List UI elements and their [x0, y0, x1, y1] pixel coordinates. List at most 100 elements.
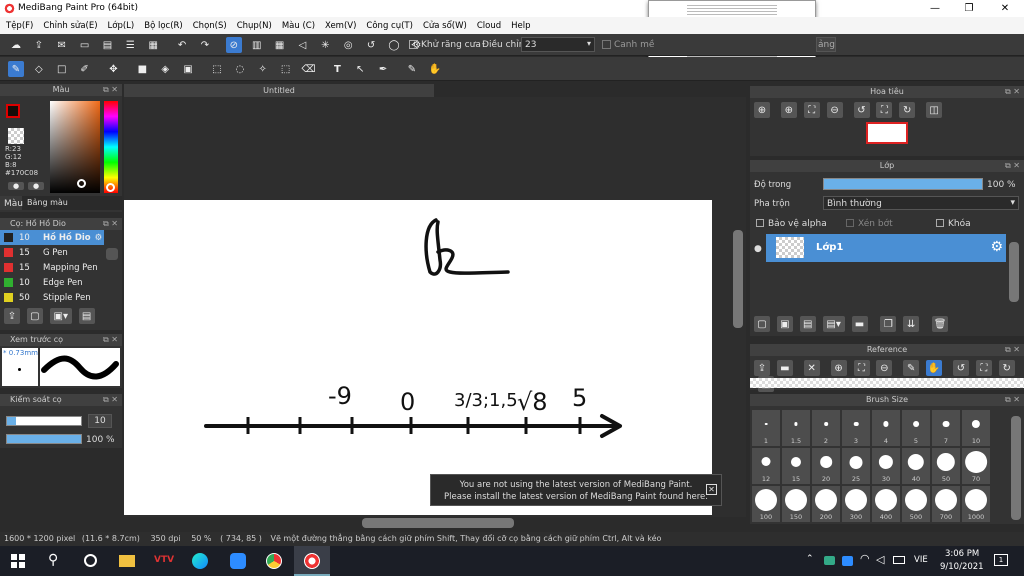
size-value-box[interactable]: 10 — [88, 414, 112, 428]
bucket-tool-icon[interactable]: ◈ — [157, 61, 173, 77]
right-toolbar-button[interactable]: ảng — [816, 37, 836, 52]
visibility-icon[interactable]: ● — [754, 244, 762, 254]
zoom-out-icon[interactable]: ⊕ — [780, 102, 797, 118]
brush-size-option[interactable]: 7 — [932, 410, 960, 446]
battery-icon[interactable] — [893, 556, 905, 564]
canh-checkbox[interactable] — [602, 40, 611, 49]
brush-size-option[interactable]: 70 — [962, 448, 990, 484]
upload-icon[interactable]: ⇪ — [754, 360, 770, 376]
menu-item[interactable]: Cloud — [477, 21, 501, 31]
brush-size-option[interactable]: 200 — [812, 486, 840, 522]
fit-icon[interactable]: ⛶ — [803, 102, 820, 118]
grid-icon[interactable]: ▦ — [145, 37, 161, 53]
layer-row[interactable]: Lớp1 ⚙ — [766, 234, 1006, 262]
flip-icon[interactable]: ◫ — [926, 102, 943, 118]
brush-size-option[interactable]: 50 — [932, 448, 960, 484]
menu-item[interactable]: Chụp(N) — [237, 21, 272, 31]
move-tool-icon[interactable]: ✥ — [106, 61, 122, 77]
add-layer-menu-icon[interactable]: ▤▾ — [822, 316, 845, 332]
task-view-icon[interactable] — [84, 554, 97, 567]
rotate-left-icon[interactable]: ↺ — [953, 360, 969, 376]
brush-size-option[interactable]: 100 — [752, 486, 780, 522]
picker-handle[interactable] — [77, 179, 86, 188]
curve-snap-icon[interactable]: ↺ — [363, 37, 379, 53]
menu-item[interactable]: Xem(V) — [325, 21, 356, 31]
close-icon[interactable]: ✕ — [803, 360, 820, 376]
clock-time[interactable]: 3:06 PM — [945, 549, 979, 559]
new-1bit-layer-icon[interactable]: ▤ — [799, 316, 816, 332]
hue-handle[interactable] — [106, 183, 115, 192]
brush-size-option[interactable]: 1000 — [962, 486, 990, 522]
navigator-thumbnail[interactable] — [866, 122, 908, 144]
cross-snap-icon[interactable]: ▦ — [272, 37, 288, 53]
select-eraser-icon[interactable]: ⌫ — [301, 61, 317, 77]
maximize-button[interactable]: ❐ — [952, 0, 986, 17]
clip-checkbox[interactable] — [846, 219, 854, 227]
fill-rect-tool-icon[interactable]: ■ — [134, 61, 150, 77]
close-icon[interactable]: ⧉ ✕ — [1005, 394, 1020, 406]
new-layer-icon[interactable]: ▢ — [754, 316, 770, 332]
delete-layer-icon[interactable]: 🗑 — [932, 316, 949, 332]
gear-icon[interactable]: ⚙ — [95, 233, 103, 243]
reset-rotate-icon[interactable]: ⛶ — [876, 102, 893, 118]
ellipse-snap-icon[interactable]: ◯ — [386, 37, 402, 53]
magic-wand-icon[interactable]: ✧ — [255, 61, 271, 77]
circle-snap-icon[interactable]: ◎ — [340, 37, 356, 53]
close-icon[interactable]: ⧉ ✕ — [103, 218, 118, 230]
merge-layer-icon[interactable]: ⇊ — [903, 316, 920, 332]
brush-item[interactable]: 15 Mapping Pen — [0, 260, 104, 275]
close-icon[interactable]: ⧉ ✕ — [1005, 344, 1020, 356]
notification-icon[interactable]: 1 — [994, 554, 1008, 566]
eye-icon-2[interactable]: ● — [28, 182, 44, 190]
update-notice[interactable]: You are not using the latest version of … — [430, 474, 722, 506]
meet-icon[interactable] — [824, 556, 835, 565]
lasso-tool-icon[interactable]: ◌ — [232, 61, 248, 77]
folder-icon[interactable]: ▬ — [776, 360, 793, 376]
reset-rotate-icon[interactable]: ⛶ — [975, 360, 992, 376]
select-pen-icon[interactable]: ⬚ — [278, 61, 294, 77]
menu-item[interactable]: Chọn(S) — [193, 21, 227, 31]
list-icon[interactable]: ☰ — [122, 37, 138, 53]
text-tool-icon[interactable]: T — [329, 61, 345, 77]
page-icon[interactable]: ▤ — [100, 37, 116, 53]
brush-size-option[interactable]: 500 — [902, 486, 930, 522]
eyedropper-icon[interactable]: ✎ — [404, 61, 420, 77]
folder-icon[interactable]: ▬ — [851, 316, 868, 332]
minimize-button[interactable]: — — [918, 0, 952, 17]
tab-palette[interactable]: Bảng màu — [27, 198, 68, 207]
layer-scrollbar[interactable] — [1009, 242, 1019, 302]
close-icon[interactable]: ⧉ ✕ — [103, 334, 118, 346]
canvas-vscrollbar[interactable] — [733, 230, 743, 328]
zoom-app-icon[interactable] — [230, 553, 246, 569]
brush-size-option[interactable]: 700 — [932, 486, 960, 522]
vanish-snap-icon[interactable]: ◁ — [295, 37, 311, 53]
rectangle-tool-icon[interactable]: □ — [54, 61, 70, 77]
new-8bit-layer-icon[interactable]: ▣ — [776, 316, 793, 332]
brush-item[interactable]: 50 Stipple Pen — [0, 290, 104, 305]
radial-snap-icon[interactable]: ✳ — [317, 37, 333, 53]
clock-date[interactable]: 9/10/2021 — [940, 562, 984, 572]
brush-list-scrollbar[interactable] — [106, 248, 118, 260]
wifi-icon[interactable]: ◠ — [860, 552, 870, 565]
canvas-tab[interactable]: Untitled — [124, 84, 434, 97]
antialias-checkbox[interactable]: ✓ — [409, 40, 418, 49]
close-icon[interactable]: ✕ — [706, 484, 717, 495]
brush-size-option[interactable]: 1 — [752, 410, 780, 446]
upload-icon[interactable]: ⇪ — [31, 37, 47, 53]
hue-slider[interactable] — [104, 101, 118, 193]
brush-size-option[interactable]: 5 — [902, 410, 930, 446]
select-tool-icon[interactable]: ⬚ — [209, 61, 225, 77]
close-icon[interactable]: ⧉ ✕ — [103, 394, 118, 406]
brush-size-option[interactable]: 12 — [752, 448, 780, 484]
eye-icon[interactable]: ● — [8, 182, 24, 190]
close-icon[interactable]: ⧉ ✕ — [1005, 86, 1020, 98]
volume-icon[interactable]: ◁ — [876, 553, 884, 566]
add-brush-icon[interactable]: ⇪ — [4, 308, 20, 324]
opacity-slider[interactable] — [6, 434, 82, 444]
gear-icon[interactable]: ⚙ — [990, 239, 1003, 255]
windows-start-icon[interactable] — [11, 554, 25, 568]
rotate-right-icon[interactable]: ↻ — [998, 360, 1015, 376]
adjust-select[interactable]: 23 ▾ — [521, 37, 595, 52]
chrome-icon[interactable] — [266, 553, 282, 569]
cloud-icon[interactable]: ☁ — [8, 37, 24, 53]
